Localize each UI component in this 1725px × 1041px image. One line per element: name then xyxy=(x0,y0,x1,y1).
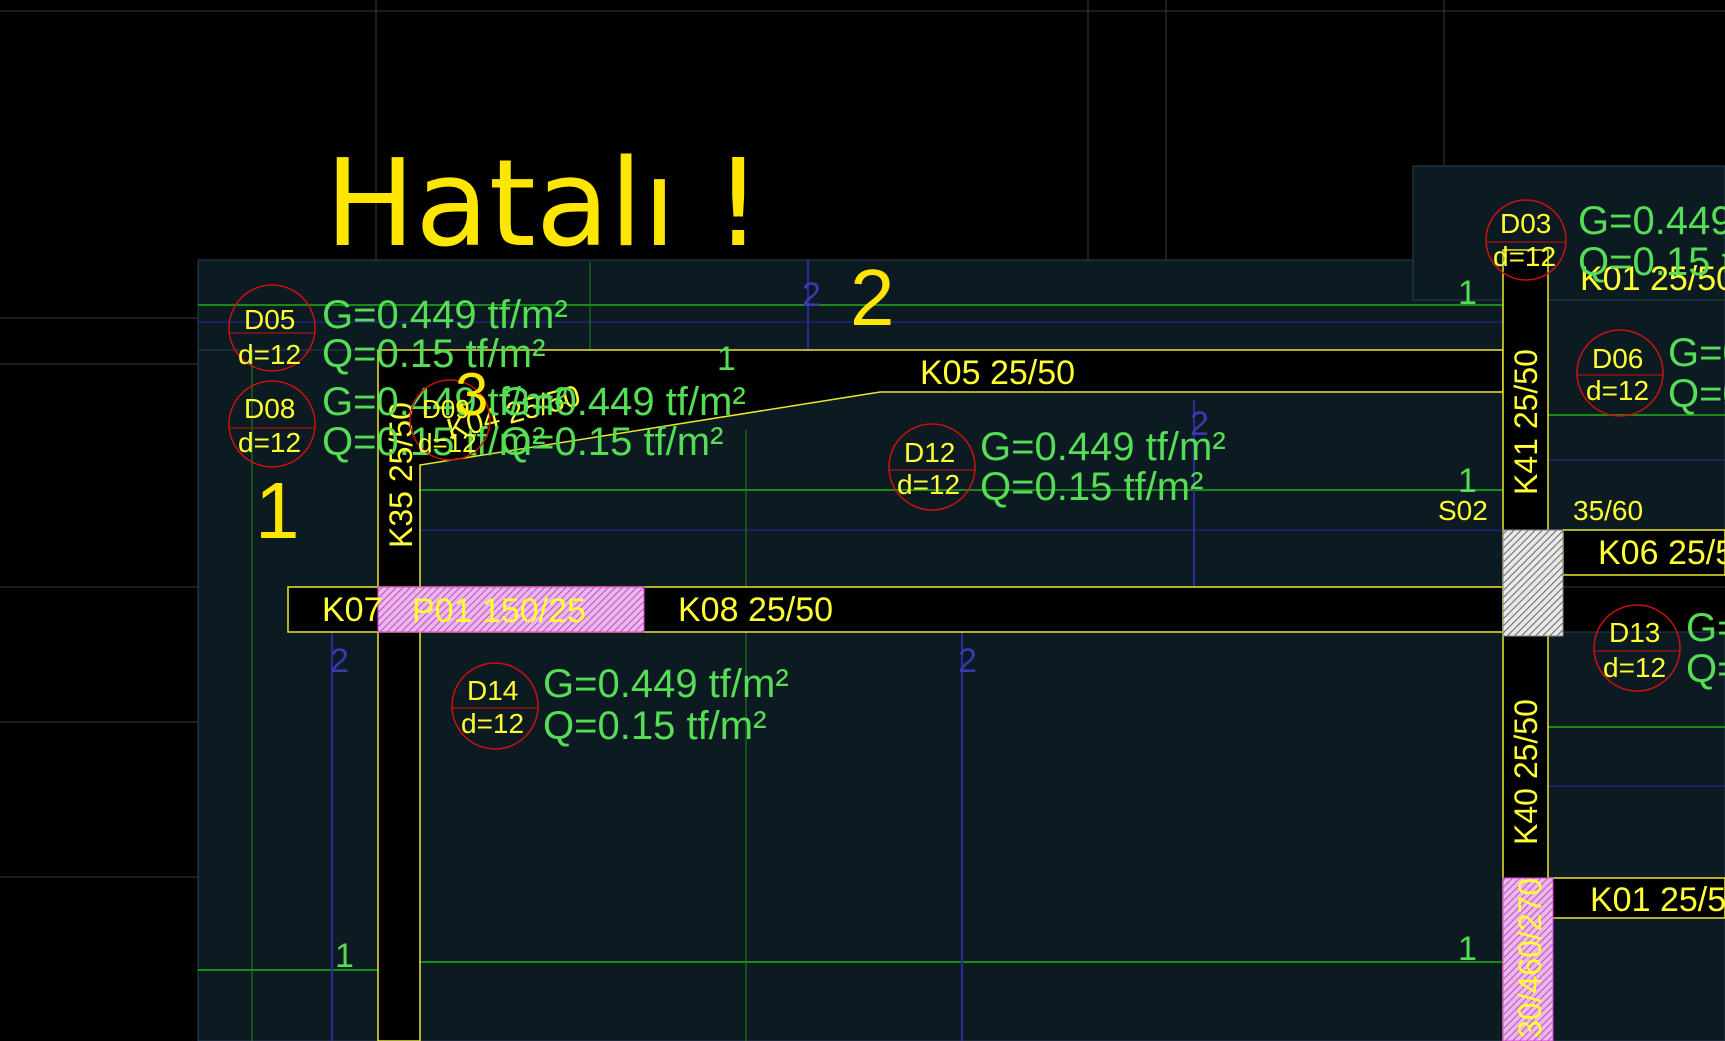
svg-text:1: 1 xyxy=(1458,930,1477,968)
svg-text:2: 2 xyxy=(330,642,349,680)
slab-d05-g: G=0.449 tf/m² xyxy=(322,293,568,337)
svg-text:2: 2 xyxy=(802,276,821,314)
slab-id: D05 xyxy=(244,304,295,335)
slab-d14-q: Q=0.15 tf/m² xyxy=(543,704,766,748)
slab-d06-g: G=0.449 tf/m² xyxy=(1668,331,1725,375)
slab-id: D13 xyxy=(1609,617,1660,648)
beam-label-k07: K07 xyxy=(322,591,383,629)
slab-thickness: d=12 xyxy=(1603,652,1666,683)
column-label-p01: P01 150/25 xyxy=(412,592,586,630)
handwriting-number-3: 3 xyxy=(455,361,488,428)
slab-thickness: d=12 xyxy=(461,708,524,739)
slab-id: D14 xyxy=(467,675,518,706)
column-label-bottom: 30/460/270 xyxy=(1512,878,1548,1038)
slab-id: D06 xyxy=(1592,343,1643,374)
svg-text:1: 1 xyxy=(335,937,354,975)
beam-label-k40: K40 25/50 xyxy=(1508,699,1544,845)
handwriting-number-2: 2 xyxy=(850,253,895,342)
handwriting-number-1: 1 xyxy=(255,466,300,555)
slab-d09-g: G=0.449 tf/m² xyxy=(500,380,746,424)
svg-text:1: 1 xyxy=(1458,462,1477,500)
slab-d13-g: G=0.449 tf/m² xyxy=(1686,606,1725,650)
svg-text:1: 1 xyxy=(1458,274,1477,312)
beam-label-k41: K41 25/50 xyxy=(1508,349,1544,495)
slab-thickness: d=12 xyxy=(418,428,477,458)
column-s02[interactable] xyxy=(1502,529,1564,637)
beam-label-k06-size: 35/60 xyxy=(1573,495,1643,526)
beam-label-k05: K05 25/50 xyxy=(920,354,1075,392)
slab-d13-q: Q=0.15 tf/m² xyxy=(1686,647,1725,691)
slab-d03-q: Q=0.15 tf/m² xyxy=(1578,240,1725,284)
slab-id: D03 xyxy=(1500,208,1551,239)
slab-d12-q: Q=0.15 tf/m² xyxy=(980,465,1203,509)
slab-id: D12 xyxy=(904,437,955,468)
slab-thickness: d=12 xyxy=(1586,375,1649,406)
svg-text:1: 1 xyxy=(717,340,736,378)
svg-text:2: 2 xyxy=(958,642,977,680)
beam-label-k06: K06 25/50 xyxy=(1598,534,1725,572)
slab-thickness: d=12 xyxy=(238,339,301,370)
slab-id: D08 xyxy=(244,393,295,424)
slab-thickness: d=12 xyxy=(238,427,301,458)
slab-d06-q: Q=0.15 tf/m² xyxy=(1668,372,1725,416)
slab-d09-q: Q=0.15 tf/m² xyxy=(500,420,723,464)
slab-thickness: d=12 xyxy=(1493,241,1556,272)
slab-d05-q: Q=0.15 tf/m² xyxy=(322,332,545,376)
handwriting-hatali: Hatalı ! xyxy=(325,135,762,274)
slab-d03-g: G=0.449 tf/m² xyxy=(1578,199,1725,243)
svg-text:2: 2 xyxy=(1190,405,1209,443)
beam-label-k08: K08 25/50 xyxy=(678,591,833,629)
cad-drawing-canvas[interactable]: K05 25/50 K04 25/50 K35 25/50 K07 K08 25… xyxy=(0,0,1725,1041)
slab-d14-g: G=0.449 tf/m² xyxy=(543,662,789,706)
slab-thickness: d=12 xyxy=(897,469,960,500)
beam-label-k01-bottom: K01 25/50 xyxy=(1590,881,1725,919)
slab-d12-g: G=0.449 tf/m² xyxy=(980,425,1226,469)
